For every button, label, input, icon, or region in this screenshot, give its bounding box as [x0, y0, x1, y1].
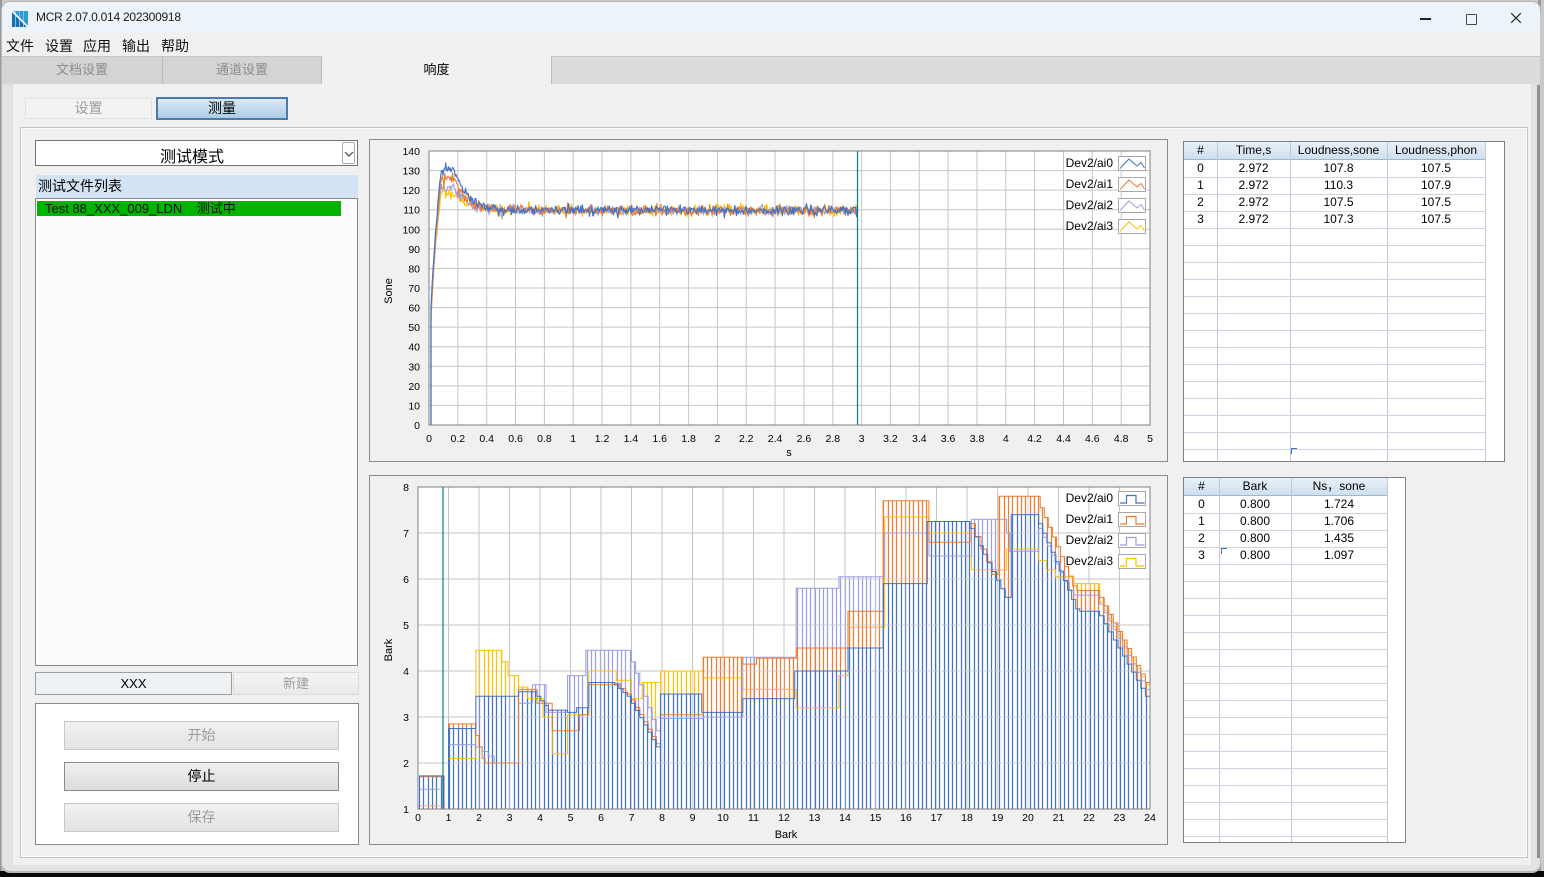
- svg-text:17: 17: [931, 812, 943, 824]
- svg-text:0.8: 0.8: [537, 433, 552, 445]
- svg-text:3.2: 3.2: [883, 433, 898, 445]
- svg-text:Dev2/ai1: Dev2/ai1: [1066, 177, 1114, 191]
- svg-text:3.4: 3.4: [912, 433, 927, 445]
- svg-text:4.2: 4.2: [1027, 433, 1042, 445]
- svg-text:1.8: 1.8: [681, 433, 696, 445]
- svg-text:9: 9: [690, 812, 696, 824]
- svg-text:4.4: 4.4: [1056, 433, 1071, 445]
- svg-text:3: 3: [403, 712, 409, 724]
- svg-text:7: 7: [629, 812, 635, 824]
- svg-text:2.2: 2.2: [739, 433, 754, 445]
- svg-text:1: 1: [570, 433, 576, 445]
- svg-text:12: 12: [778, 812, 790, 824]
- svg-text:13: 13: [809, 812, 821, 824]
- svg-text:0: 0: [414, 420, 420, 432]
- svg-text:10: 10: [408, 400, 420, 412]
- svg-text:Dev2/ai2: Dev2/ai2: [1066, 198, 1114, 212]
- svg-text:0: 0: [426, 433, 432, 445]
- svg-text:Dev2/ai3: Dev2/ai3: [1066, 554, 1114, 568]
- svg-text:1.2: 1.2: [595, 433, 610, 445]
- svg-text:4: 4: [537, 812, 543, 824]
- svg-text:0: 0: [415, 812, 421, 824]
- svg-text:2: 2: [403, 758, 409, 770]
- svg-text:2: 2: [714, 433, 720, 445]
- svg-text:80: 80: [408, 263, 420, 275]
- svg-text:120: 120: [402, 185, 420, 197]
- svg-text:6: 6: [403, 574, 409, 586]
- svg-text:16: 16: [900, 812, 912, 824]
- svg-text:3.8: 3.8: [970, 433, 985, 445]
- svg-text:140: 140: [402, 146, 420, 158]
- svg-text:s: s: [786, 447, 792, 459]
- svg-text:1: 1: [446, 812, 452, 824]
- svg-text:4.8: 4.8: [1114, 433, 1129, 445]
- svg-text:2.8: 2.8: [825, 433, 840, 445]
- svg-text:0.6: 0.6: [508, 433, 523, 445]
- svg-text:Sone: Sone: [383, 278, 395, 304]
- svg-text:90: 90: [408, 244, 420, 256]
- svg-text:2.6: 2.6: [797, 433, 812, 445]
- svg-text:Dev2/ai0: Dev2/ai0: [1066, 491, 1114, 505]
- svg-text:19: 19: [992, 812, 1004, 824]
- svg-text:20: 20: [1022, 812, 1034, 824]
- svg-text:4: 4: [403, 666, 409, 678]
- svg-text:40: 40: [408, 342, 420, 354]
- svg-text:1.6: 1.6: [652, 433, 667, 445]
- svg-text:60: 60: [408, 303, 420, 315]
- svg-text:22: 22: [1083, 812, 1095, 824]
- svg-text:15: 15: [870, 812, 882, 824]
- svg-text:Bark: Bark: [775, 829, 798, 841]
- svg-text:5: 5: [403, 620, 409, 632]
- svg-text:3: 3: [507, 812, 513, 824]
- svg-text:Dev2/ai2: Dev2/ai2: [1066, 533, 1114, 547]
- svg-text:4: 4: [1003, 433, 1009, 445]
- svg-text:8: 8: [403, 482, 409, 494]
- svg-text:21: 21: [1053, 812, 1065, 824]
- svg-text:3: 3: [859, 433, 865, 445]
- svg-text:50: 50: [408, 322, 420, 334]
- svg-text:11: 11: [748, 812, 759, 824]
- svg-text:5: 5: [1147, 433, 1153, 445]
- svg-text:18: 18: [961, 812, 973, 824]
- svg-text:8: 8: [659, 812, 665, 824]
- svg-text:3.6: 3.6: [941, 433, 956, 445]
- svg-text:1.4: 1.4: [624, 433, 639, 445]
- svg-text:23: 23: [1114, 812, 1126, 824]
- svg-text:110: 110: [403, 205, 420, 217]
- svg-text:20: 20: [408, 381, 420, 393]
- svg-text:4.6: 4.6: [1085, 433, 1100, 445]
- svg-text:100: 100: [402, 224, 420, 236]
- svg-text:0.4: 0.4: [479, 433, 494, 445]
- svg-text:5: 5: [568, 812, 574, 824]
- svg-text:14: 14: [839, 812, 851, 824]
- svg-text:Dev2/ai0: Dev2/ai0: [1066, 156, 1114, 170]
- svg-text:30: 30: [408, 361, 420, 373]
- svg-text:7: 7: [403, 528, 409, 540]
- svg-text:70: 70: [408, 283, 420, 295]
- svg-text:24: 24: [1144, 812, 1156, 824]
- svg-text:6: 6: [598, 812, 604, 824]
- svg-text:2: 2: [476, 812, 482, 824]
- svg-text:1: 1: [403, 804, 409, 816]
- svg-text:Bark: Bark: [383, 638, 395, 661]
- svg-text:Dev2/ai1: Dev2/ai1: [1066, 512, 1114, 526]
- svg-text:10: 10: [717, 812, 729, 824]
- svg-text:130: 130: [402, 166, 420, 178]
- svg-text:Dev2/ai3: Dev2/ai3: [1066, 219, 1114, 233]
- svg-text:2.4: 2.4: [768, 433, 783, 445]
- svg-text:0.2: 0.2: [450, 433, 465, 445]
